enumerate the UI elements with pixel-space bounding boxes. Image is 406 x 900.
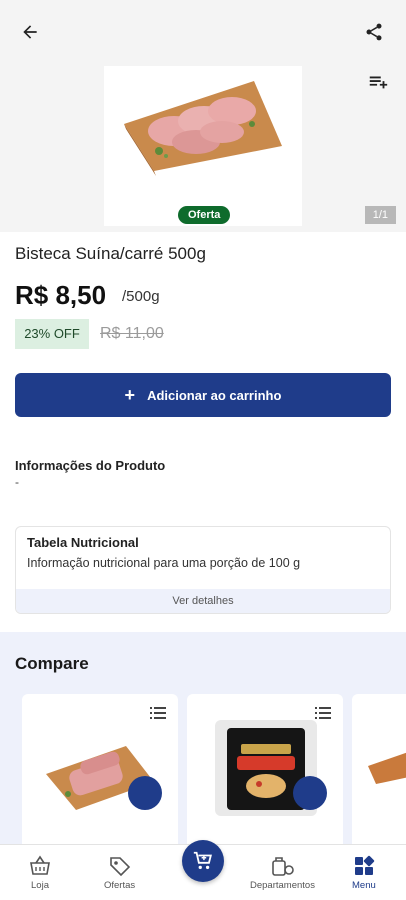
nav-label: Ofertas <box>104 880 136 891</box>
product-title: Bisteca Suína/carré 500g <box>15 244 206 263</box>
share-icon <box>366 23 382 41</box>
image-counter: 1/1 <box>364 206 396 224</box>
add-to-cart-label: Adicionar ao carrinho <box>147 387 282 403</box>
product-image <box>104 66 302 226</box>
product-gallery: Oferta 1/1 <box>0 0 406 232</box>
product-info-value: - <box>15 475 19 489</box>
card-cart-button[interactable] <box>293 776 327 810</box>
nav-item-menu[interactable]: Menu <box>352 855 376 891</box>
arrow-left-icon <box>23 25 37 39</box>
pork-chops-image <box>124 81 282 176</box>
plus-icon: + <box>124 384 136 405</box>
nav-label: Menu <box>352 880 376 891</box>
add-to-cart-button[interactable]: + Adicionar ao carrinho <box>15 373 391 417</box>
list-icon[interactable] <box>148 704 168 722</box>
nutrition-subtitle: Informação nutricional para uma porção d… <box>27 556 301 570</box>
card-cart-button[interactable] <box>128 776 162 810</box>
departments-icon <box>272 857 295 876</box>
nav-label: Loja <box>31 880 49 891</box>
share-button[interactable] <box>360 18 388 46</box>
playlist-add-icon <box>369 76 388 89</box>
product-info-title: Informações do Produto <box>15 458 166 473</box>
product-image <box>368 752 406 784</box>
offer-badge: Oferta <box>178 206 231 224</box>
nav-item-departamentos[interactable]: Departamentos <box>250 855 315 891</box>
compare-card[interactable] <box>22 694 178 854</box>
price-unit: /500g <box>122 288 160 305</box>
nav-item-ofertas[interactable]: Ofertas <box>104 855 135 891</box>
nutrition-title: Tabela Nutricional <box>27 535 139 550</box>
compare-card[interactable] <box>352 694 406 854</box>
nutrition-details-link[interactable]: Ver detalhes <box>16 589 390 613</box>
old-price: R$ 11,00 <box>100 325 164 342</box>
compare-title: Compare <box>15 654 89 673</box>
add-to-list-button[interactable] <box>364 68 392 96</box>
compare-card[interactable] <box>187 694 343 854</box>
cart-icon <box>193 851 212 870</box>
discount-badge: 23% OFF <box>15 319 89 349</box>
nav-label: Departamentos <box>250 880 315 891</box>
product-price: R$ 8,50 <box>15 280 107 310</box>
product-details: Bisteca Suína/carré 500g R$ 8,50 /500g 2… <box>0 234 406 634</box>
cart-button[interactable] <box>182 840 224 882</box>
nav-item-loja[interactable]: Loja <box>28 855 52 891</box>
back-button[interactable] <box>16 18 44 46</box>
nutrition-card: Tabela Nutricional Informação nutriciona… <box>15 526 391 614</box>
tag-icon <box>109 857 130 877</box>
basket-icon <box>30 855 50 875</box>
grid-menu-icon <box>354 855 375 875</box>
